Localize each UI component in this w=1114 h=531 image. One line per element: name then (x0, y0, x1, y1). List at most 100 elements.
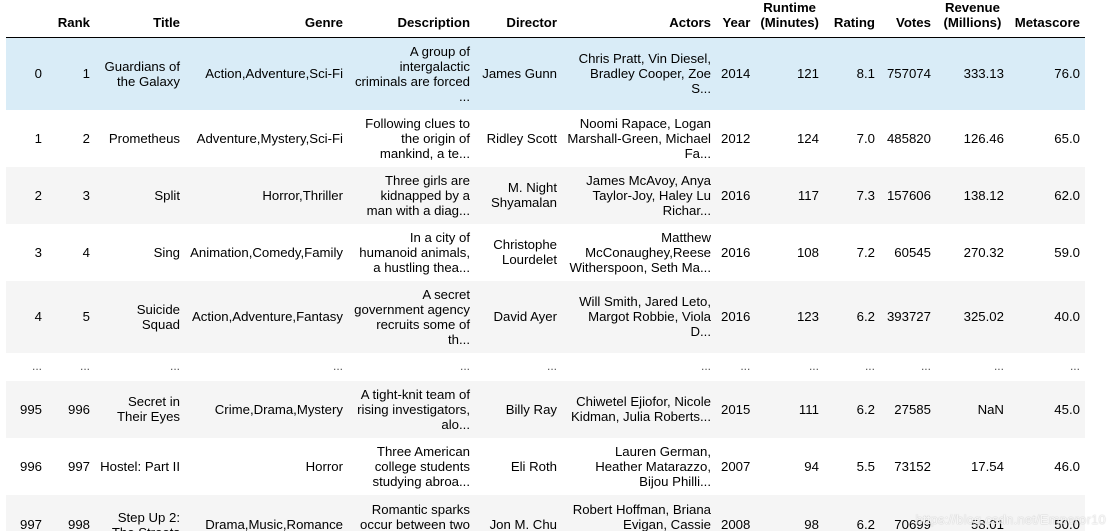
cell-year: ... (740, 359, 751, 373)
cell-title: Sing (153, 244, 180, 260)
metascore-header: Metascore (1008, 0, 1085, 38)
cell-rating: 6.2 (856, 401, 875, 417)
cell-idx: 1 (34, 130, 42, 146)
table-row: 3 4 Sing Animation,Comedy,Family In a city o… (6, 223, 1085, 281)
cell-description: A tight-knit team of rising investigator… (357, 386, 470, 432)
cell-runtime: ... (808, 359, 819, 373)
cell-year: 2016 (721, 244, 751, 260)
table-row: 0 1 Guardians of the Galaxy Action,Adventur… (6, 37, 1085, 110)
table-row: 2 3 Split Horror,Thriller Three girls are ki… (6, 166, 1085, 224)
cell-rating: 8.1 (856, 66, 875, 82)
cell-votes: 70699 (894, 517, 931, 531)
cell-description: Romantic sparks occur between two dance … (360, 502, 470, 531)
cell-actors: Will Smith, Jared Leto, Margot Robbie, V… (579, 294, 711, 339)
cell-actors: Noomi Rapace, Logan Marshall-Green, Mich… (567, 115, 711, 161)
table-row: 995 996 Secret in Their Eyes Crime,Drama,My… (6, 380, 1085, 438)
cell-idx: 995 (19, 401, 42, 417)
cell-title: ... (169, 359, 180, 373)
cell-director: David Ayer (493, 309, 557, 324)
cell-year: 2015 (721, 401, 751, 417)
cell-actors: Robert Hoffman, Briana Evigan, Cassie Ve… (572, 502, 711, 531)
table-body: 0 1 Guardians of the Galaxy Action,Adventur… (6, 37, 1085, 531)
cell-title: Secret in Their Eyes (116, 394, 180, 424)
cell-runtime: 117 (797, 187, 819, 203)
ellipsis-row: ....................................... (6, 352, 1085, 381)
cell-revenue: 270.32 (963, 244, 1004, 260)
genre-header: Genre (185, 0, 348, 38)
cell-runtime: 98 (804, 517, 819, 531)
cell-votes: 27585 (894, 401, 931, 417)
cell-idx: 0 (34, 66, 42, 82)
cell-description: Following clues to the origin of mankind… (365, 115, 470, 161)
cell-genre: Action,Adventure,Sci-Fi (205, 66, 343, 82)
cell-rank: 997 (67, 458, 90, 474)
cell-rank: 998 (67, 517, 90, 531)
cell-idx: 997 (19, 517, 42, 531)
cell-actors: Matthew McConaughey,Reese Witherspoon, S… (569, 229, 711, 275)
cell-votes: ... (920, 359, 931, 373)
cell-rating: 6.2 (856, 517, 875, 531)
cell-metascore: 50.0 (1054, 517, 1080, 531)
cell-votes: 757074 (886, 66, 931, 82)
rating-header: Rating (823, 0, 880, 38)
cell-title: Split (154, 187, 180, 203)
table-row: 1 2 Prometheus Adventure,Mystery,Sci-Fi Foll… (6, 109, 1085, 167)
cell-title: Step Up 2: The Streets (112, 509, 180, 531)
runtime-header: Runtime (Minutes) (755, 0, 824, 38)
cell-genre: Animation,Comedy,Family (190, 244, 343, 260)
cell-runtime: 124 (796, 130, 819, 146)
cell-rating: 6.2 (856, 309, 875, 324)
cell-rank: 1 (82, 66, 90, 82)
cell-votes: 485820 (886, 130, 931, 146)
cell-metascore: 76.0 (1054, 66, 1080, 82)
year-header: Year (716, 0, 756, 38)
cell-votes: 393727 (886, 309, 931, 324)
cell-revenue: 333.13 (963, 66, 1004, 82)
cell-director: James Gunn (482, 66, 557, 82)
cell-revenue: ... (993, 359, 1004, 373)
cell-director: Jon M. Chu (489, 517, 557, 531)
cell-idx: 2 (34, 187, 42, 203)
cell-year: 2016 (721, 309, 751, 324)
cell-metascore: ... (1069, 359, 1080, 373)
title-header: Title (95, 0, 185, 38)
actors-header: Actors (562, 0, 716, 38)
cell-rank: 2 (82, 130, 90, 146)
cell-rating: 7.2 (856, 244, 875, 260)
cell-title: Hostel: Part II (100, 458, 180, 474)
table-row: 996 997 Hostel: Part II Horror Three America… (6, 437, 1085, 495)
cell-rating: ... (864, 359, 875, 373)
rank-header: Rank (47, 0, 95, 38)
cell-genre: ... (332, 359, 343, 373)
cell-description: A secret government agency recruits some… (354, 286, 470, 347)
revenue-header: Revenue (Millions) (935, 0, 1009, 38)
cell-title: Guardians of the Galaxy (104, 58, 180, 89)
cell-rating: 7.3 (856, 187, 875, 203)
cell-votes: 73152 (894, 458, 931, 474)
cell-director: Ridley Scott (486, 130, 557, 146)
cell-rank: ... (79, 359, 90, 373)
cell-actors: Lauren German, Heather Matarazzo, Bijou … (595, 443, 711, 489)
cell-actors: James McAvoy, Anya Taylor-Joy, Haley Lu … (586, 172, 711, 218)
cell-director: Billy Ray (505, 401, 557, 417)
cell-description: In a city of humanoid animals, a hustlin… (359, 229, 470, 275)
cell-description: Three American college students studying… (372, 443, 470, 489)
cell-director: Christophe Lourdelet (493, 237, 557, 267)
director-header: Director (475, 0, 562, 38)
cell-revenue: NaN (977, 401, 1004, 417)
cell-revenue: 138.12 (963, 187, 1004, 203)
cell-revenue: 58.01 (970, 517, 1004, 531)
cell-metascore: 62.0 (1054, 187, 1080, 203)
cell-title: Suicide Squad (136, 301, 180, 332)
cell-runtime: 94 (804, 458, 819, 474)
cell-votes: 157606 (886, 187, 931, 203)
cell-description: A group of intergalactic criminals are f… (354, 43, 470, 104)
cell-description: ... (459, 359, 470, 373)
cell-rank: 3 (82, 187, 90, 203)
cell-director: ... (546, 359, 557, 373)
cell-revenue: 126.46 (963, 130, 1004, 146)
cell-idx: 996 (19, 458, 42, 474)
cell-year: 2007 (721, 458, 751, 474)
cell-rank: 5 (82, 309, 90, 324)
cell-metascore: 45.0 (1054, 401, 1080, 417)
